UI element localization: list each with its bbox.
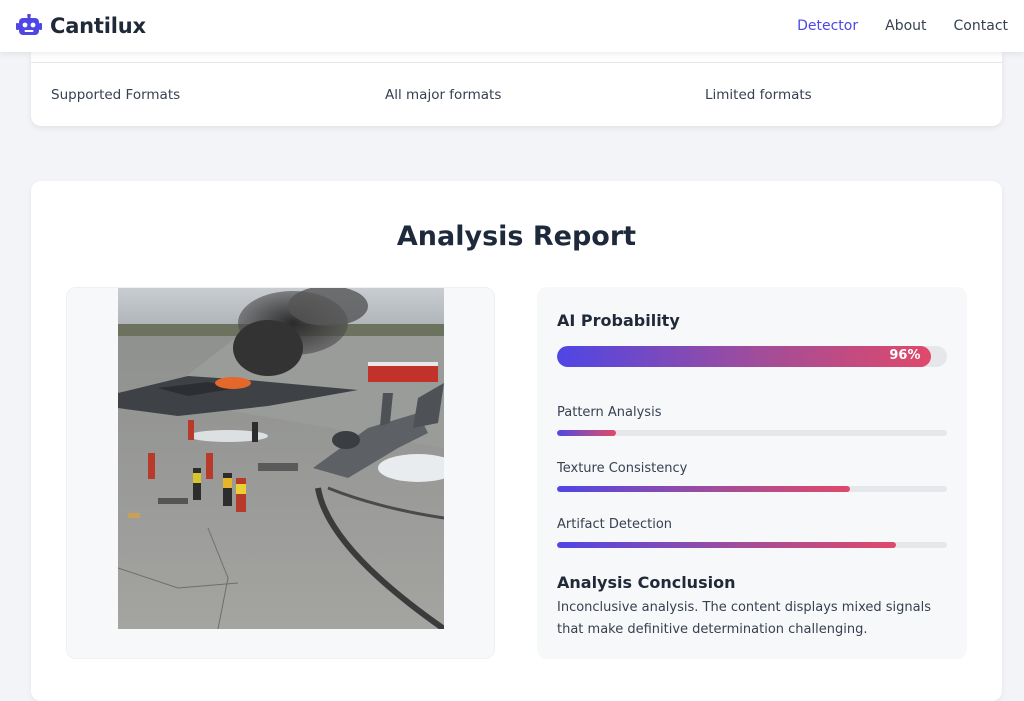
formats-comparison-card: Supported Formats All major formats Limi… [31,52,1002,126]
metric-label: Texture Consistency [557,461,688,476]
metric-label: Pattern Analysis [557,405,662,420]
metric-bar-texture-consistency [557,486,947,492]
stats-panel: AI Probability 96% Pattern Analysis Text… [537,287,967,659]
row-label: Supported Formats [51,87,181,103]
formats-cell-2: Limited formats [705,87,812,103]
brand[interactable]: Cantilux [16,14,146,38]
robot-icon [16,14,42,35]
formats-cell-1: All major formats [385,87,502,103]
analyzed-image [118,288,444,629]
metric-bar-pattern-analysis [557,430,947,436]
ai-probability-title: AI Probability [557,311,680,330]
metric-fill [557,430,616,436]
nav-contact-link[interactable]: Contact [954,18,1008,34]
conclusion-title: Analysis Conclusion [557,573,736,592]
table-divider [31,62,1002,63]
metric-bar-artifact-detection [557,542,947,548]
main-nav: Detector About Contact [770,18,1008,34]
ai-probability-bar: 96% [557,346,947,367]
conclusion-text: Inconclusive analysis. The content displ… [557,600,931,637]
nav-detector-link[interactable]: Detector [797,18,858,34]
image-preview-panel [66,287,495,659]
top-navbar: Cantilux Detector About Contact [0,0,1024,52]
metric-fill [557,542,897,548]
nav-about-link[interactable]: About [885,18,926,34]
metric-label: Artifact Detection [557,517,673,532]
ai-probability-value: 96% [889,348,921,363]
brand-name: Cantilux [50,14,146,38]
report-title: Analysis Report [396,221,637,252]
ai-probability-fill [557,346,932,367]
analysis-report-card: Analysis Report AI Probability 96% Patte… [31,181,1002,701]
metric-fill [557,486,850,492]
